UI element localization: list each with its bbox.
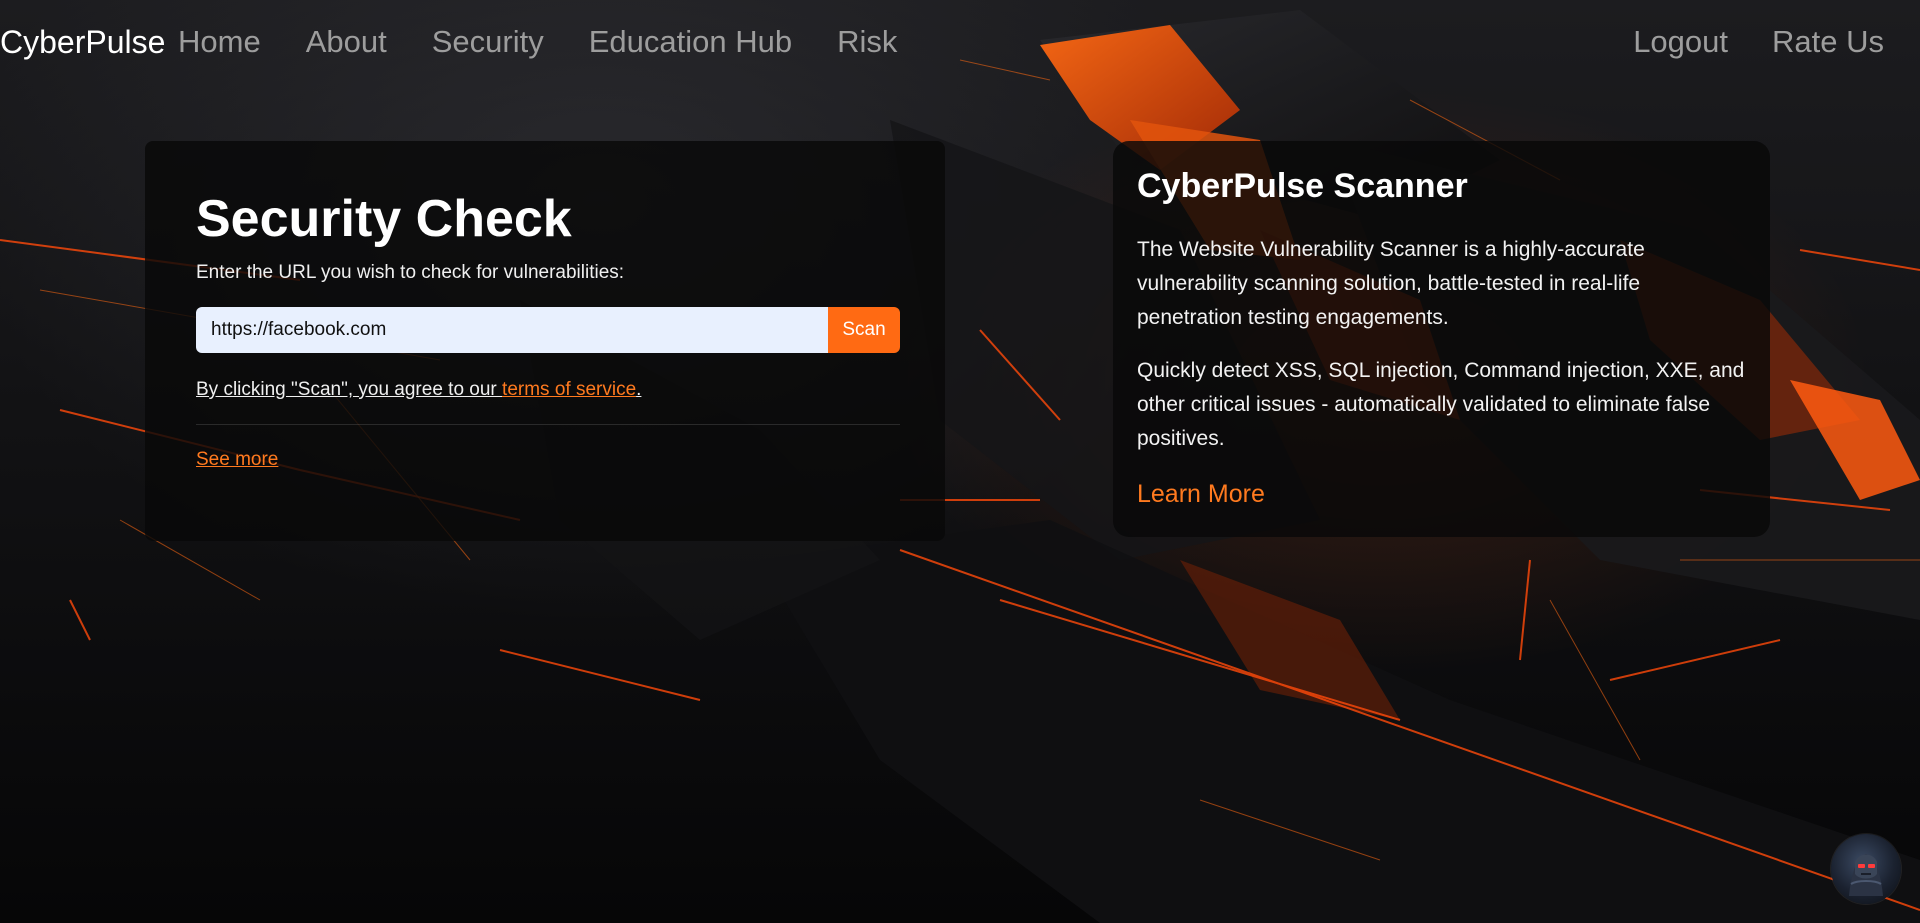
scan-button[interactable]: Scan <box>828 307 900 353</box>
security-check-instructions: Enter the URL you wish to check for vuln… <box>196 262 625 283</box>
scanner-title: CyberPulse Scanner <box>1137 167 1468 205</box>
see-more-link[interactable]: See more <box>196 449 278 471</box>
card-divider <box>196 424 900 425</box>
terms-prefix: By clicking "Scan", you agree to our <box>196 379 503 400</box>
robot-avatar-graphic <box>1849 854 1883 896</box>
nav-right-group: Logout Rate Us <box>1589 24 1884 60</box>
learn-more-link[interactable]: Learn More <box>1137 480 1265 509</box>
brand-logo[interactable]: CyberPulse <box>0 24 165 61</box>
scanner-description-2: Quickly detect XSS, SQL injection, Comma… <box>1137 359 1745 450</box>
nav-link-risk[interactable]: Risk <box>837 24 897 60</box>
url-input[interactable] <box>196 307 828 353</box>
terms-notice: By clicking "Scan", you agree to our ter… <box>196 379 641 401</box>
robot-avatar-icon[interactable] <box>1831 834 1901 904</box>
terms-of-service-link[interactable]: terms of service <box>502 379 636 400</box>
nav-link-rate-us[interactable]: Rate Us <box>1772 24 1884 60</box>
terms-suffix: . <box>636 379 642 400</box>
scanner-info-card: CyberPulse Scanner The Website Vulnerabi… <box>1113 141 1770 537</box>
nav-left-group: Home About Security Education Hub Risk <box>178 24 942 60</box>
security-check-card: Security Check Enter the URL you wish to… <box>145 141 945 541</box>
page: CyberPulse Home About Security Education… <box>0 0 1920 923</box>
nav-link-home[interactable]: Home <box>178 24 261 60</box>
nav-link-security[interactable]: Security <box>432 24 544 60</box>
nav-link-logout[interactable]: Logout <box>1633 24 1728 60</box>
top-navbar: CyberPulse Home About Security Education… <box>0 0 1920 92</box>
nav-link-education-hub[interactable]: Education Hub <box>589 24 792 60</box>
security-check-title: Security Check <box>196 190 572 248</box>
scanner-description-1: The Website Vulnerability Scanner is a h… <box>1137 238 1645 329</box>
nav-link-about[interactable]: About <box>306 24 387 60</box>
